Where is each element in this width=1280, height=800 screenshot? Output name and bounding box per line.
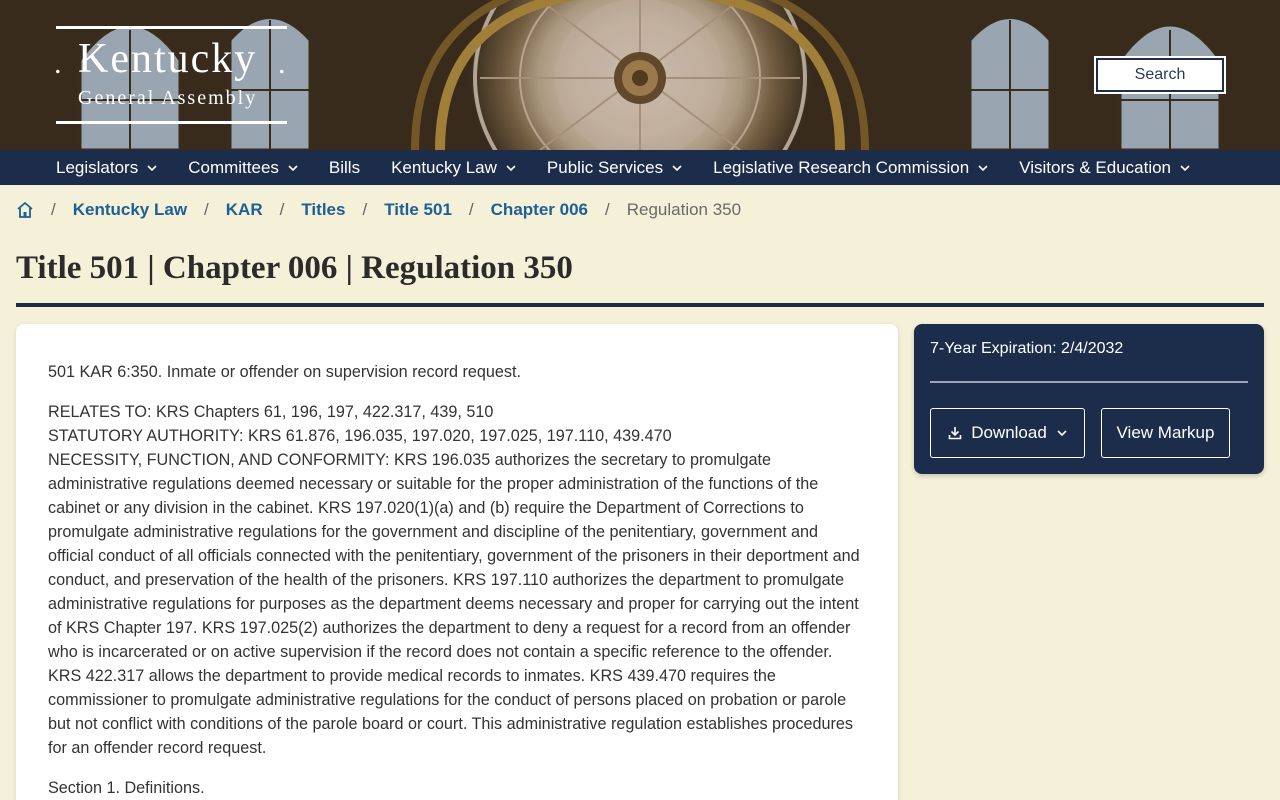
breadcrumb-separator: /: [604, 200, 610, 219]
nav-item-visitors-education[interactable]: Visitors & Education: [1019, 158, 1190, 178]
page-title: Title 501 | Chapter 006 | Regulation 350: [16, 250, 573, 286]
regulation-heading: 501 KAR 6:350. Inmate or offender on sup…: [48, 363, 522, 381]
statutory-authority: STATUTORY AUTHORITY: KRS 61.876, 196.035…: [48, 427, 672, 445]
chevron-down-icon: [288, 164, 298, 171]
site-logo[interactable]: . Kentucky . General Assembly: [54, 26, 287, 124]
chevron-down-icon: [147, 164, 157, 171]
download-button[interactable]: Download: [930, 408, 1085, 458]
panel-divider: [930, 381, 1248, 383]
nav-item-label: Committees: [188, 157, 279, 177]
view-markup-button[interactable]: View Markup: [1101, 408, 1230, 458]
regulation-actions-panel: 7-Year Expiration: 2/4/2032 Download Vie…: [914, 324, 1264, 474]
breadcrumb-link-titles[interactable]: Titles: [301, 200, 345, 220]
nav-item-committees[interactable]: Committees: [188, 158, 298, 178]
logo-subtitle: General Assembly: [78, 87, 258, 109]
section-1-heading: Section 1. Definitions.: [48, 779, 205, 797]
home-icon[interactable]: [16, 201, 34, 219]
necessity-function-conformity: NECESSITY, FUNCTION, AND CONFORMITY: KRS…: [48, 451, 860, 757]
breadcrumb-current: Regulation 350: [626, 200, 742, 219]
breadcrumb-link-kentucky-law[interactable]: Kentucky Law: [73, 200, 187, 220]
chevron-down-icon: [506, 164, 516, 171]
nav-item-bills[interactable]: Bills: [329, 158, 360, 178]
nav-item-label: Legislative Research Commission: [713, 157, 970, 177]
nav-item-label: Bills: [328, 157, 361, 177]
logo-title: Kentucky: [78, 36, 258, 82]
nav-item-label: Public Services: [546, 157, 664, 177]
breadcrumb-link-chapter-006[interactable]: Chapter 006: [491, 200, 588, 220]
chevron-down-icon: [1057, 430, 1067, 437]
download-icon: [948, 427, 962, 440]
breadcrumb-link-title-501[interactable]: Title 501: [384, 200, 452, 220]
breadcrumb-separator: /: [279, 200, 285, 219]
relates-to: RELATES TO: KRS Chapters 61, 196, 197, 4…: [48, 403, 494, 421]
nav-item-label: Visitors & Education: [1019, 157, 1172, 177]
breadcrumb-separator: /: [362, 200, 368, 219]
breadcrumb: / Kentucky Law / KAR / Titles / Title 50…: [16, 199, 741, 221]
breadcrumb-link-kar[interactable]: KAR: [226, 200, 263, 220]
breadcrumb-separator: /: [51, 200, 56, 219]
download-label: Download: [971, 423, 1047, 442]
nav-item-kentucky-law[interactable]: Kentucky Law: [391, 158, 516, 178]
nav-item-label: Legislators: [56, 157, 139, 177]
logo-dot-left: .: [54, 47, 62, 80]
title-divider: [16, 303, 1264, 307]
chevron-down-icon: [978, 164, 988, 171]
search-button[interactable]: Search: [1094, 56, 1226, 94]
nav-item-legislators[interactable]: Legislators: [56, 158, 157, 178]
nav-item-public-services[interactable]: Public Services: [547, 158, 682, 178]
header-banner: . Kentucky . General Assembly Search: [0, 0, 1280, 150]
breadcrumb-separator: /: [468, 200, 474, 219]
breadcrumb-separator: /: [204, 200, 209, 219]
regulation-content: 501 KAR 6:350. Inmate or offender on sup…: [16, 324, 898, 800]
chevron-down-icon: [1180, 164, 1190, 171]
nav-item-label: Kentucky Law: [391, 157, 497, 177]
expiration-date: 7-Year Expiration: 2/4/2032: [930, 340, 1124, 357]
main-nav: Legislators Committees Bills Kentucky La…: [0, 150, 1280, 185]
chevron-down-icon: [672, 164, 682, 171]
nav-item-lrc[interactable]: Legislative Research Commission: [713, 158, 988, 178]
logo-dot-right: .: [278, 47, 286, 80]
